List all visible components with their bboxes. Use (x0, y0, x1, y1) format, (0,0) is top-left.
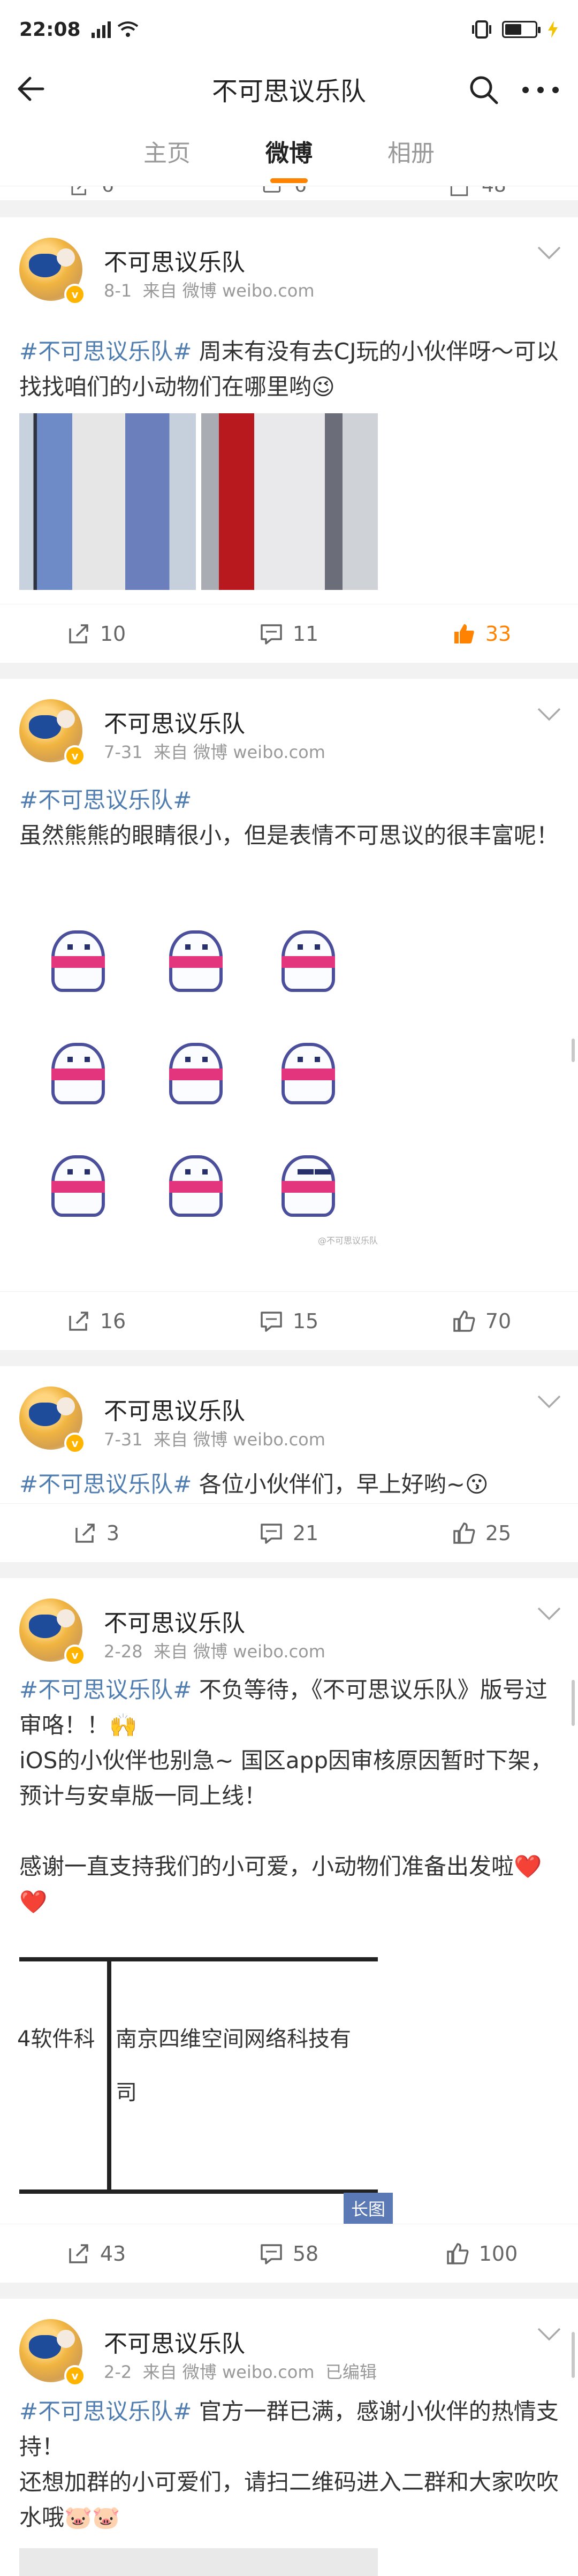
like-icon[interactable] (450, 186, 469, 197)
status-time: 22:08 (19, 18, 81, 41)
post-author[interactable]: 不可思议乐队 (104, 704, 245, 739)
like-button[interactable]: 100 (385, 2224, 578, 2283)
thumbs-up-icon (453, 1522, 475, 1544)
post-card[interactable]: v 不可思议乐队 8-1 来自 微博 weibo.com #不可思议乐队# 周末… (0, 217, 578, 663)
post-author[interactable]: 不可思议乐队 (104, 2324, 245, 2359)
post-text: #不可思议乐队# 虽然熊熊的眼睛很小，但是表情不可思议的很丰富呢！ (19, 783, 559, 853)
post-card[interactable]: v 不可思议乐队 2-28 来自 微博 weibo.com #不可思议乐队# 不… (0, 1578, 578, 2283)
tab-album[interactable]: 相册 (387, 134, 435, 171)
hashtag-link[interactable]: #不可思议乐队# (19, 1471, 192, 1497)
signal-icon (91, 21, 111, 38)
hashtag-link[interactable]: #不可思议乐队# (19, 1677, 192, 1703)
post-card[interactable]: v 不可思议乐队 7-31 来自 微博 weibo.com #不可思议乐队# 各… (0, 1366, 578, 1562)
chevron-down-icon[interactable] (536, 245, 562, 261)
comment-icon (261, 624, 282, 645)
post-card[interactable]: v 不可思议乐队 2-2 来自 微博 weibo.com 已编辑 #不可思议乐队… (0, 2299, 578, 2576)
post-meta: 7-31 来自 微博 weibo.com (104, 742, 325, 762)
image-watermark: @不可思议乐队 (317, 1236, 378, 1246)
repost-icon (75, 1523, 95, 1543)
scrollbar[interactable] (572, 1680, 575, 1726)
chevron-down-icon[interactable] (536, 1394, 562, 1410)
like-count: 48 (482, 186, 506, 196)
repost-button[interactable]: 16 (0, 1292, 193, 1350)
scrollbar[interactable] (572, 1039, 575, 1062)
image-text: 司 (116, 2080, 137, 2105)
post-image[interactable] (19, 413, 196, 590)
back-arrow-icon[interactable] (16, 74, 46, 104)
repost-button[interactable]: 10 (0, 604, 193, 663)
verified-badge-icon: v (64, 1433, 86, 1454)
comment-button[interactable]: 11 (193, 604, 385, 663)
post-card[interactable]: v 不可思议乐队 7-31 来自 微博 weibo.com #不可思议乐队# 虽然… (0, 679, 578, 1350)
hashtag-link[interactable]: #不可思议乐队# (19, 2398, 192, 2425)
verified-badge-icon: v (64, 1645, 86, 1666)
edited-label: 已编辑 (325, 2362, 377, 2382)
vibrate-icon (472, 20, 491, 39)
more-icon[interactable] (519, 74, 562, 106)
comment-icon (261, 1311, 282, 1332)
like-button[interactable]: 33 (385, 604, 578, 663)
post-meta: 7-31 来自 微博 weibo.com (104, 1429, 325, 1450)
thumbs-up-icon (453, 1310, 475, 1332)
tab-home[interactable]: 主页 (143, 134, 191, 171)
post-text: #不可思议乐队# 官方一群已满，感谢小伙伴的热情支持！ 还想加群的小可爱们，请扫… (19, 2398, 559, 2530)
previous-post-actions: 6 6 48 (0, 186, 578, 200)
repost-count: 6 (102, 186, 114, 196)
like-button[interactable]: 70 (385, 1292, 578, 1350)
comment-button[interactable]: 21 (193, 1504, 385, 1562)
charging-icon (548, 21, 558, 38)
post-text: #不可思议乐队# 不负等待，《不可思议乐队》版号过审咯！！🙌 iOS的小伙伴也别… (19, 1677, 553, 1915)
post-actions: 43 58 100 (0, 2224, 578, 2283)
post-actions: 16 15 70 (0, 1291, 578, 1350)
repost-button[interactable]: 43 (0, 2224, 193, 2283)
wifi-icon (117, 21, 138, 37)
post-author[interactable]: 不可思议乐队 (104, 1604, 245, 1638)
repost-icon (69, 2244, 88, 2263)
profile-tabs: 主页 微博 相册 (0, 119, 578, 186)
comment-icon[interactable] (262, 186, 282, 197)
repost-button[interactable]: 3 (0, 1504, 193, 1562)
image-text: 4软件科 (17, 2027, 95, 2051)
post-text: #不可思议乐队# 各位小伙伴们，早上好哟~😗 (19, 1471, 489, 1497)
battery-icon (502, 21, 541, 38)
chevron-down-icon[interactable] (536, 707, 562, 723)
chevron-down-icon[interactable] (536, 1606, 562, 1622)
post-author[interactable]: 不可思议乐队 (104, 1392, 245, 1426)
chevron-down-icon[interactable] (536, 2327, 562, 2343)
post-author[interactable]: 不可思议乐队 (104, 243, 245, 277)
post-text: #不可思议乐队# 周末有没有去CJ玩的小伙伴呀～可以找找咱们的小动物们在哪里哟😉 (19, 338, 559, 400)
thumbs-up-icon (454, 624, 474, 643)
comment-button[interactable]: 15 (193, 1292, 385, 1350)
comment-count: 6 (294, 186, 307, 196)
repost-icon (69, 1311, 88, 1331)
post-image[interactable] (201, 413, 378, 590)
long-image-badge: 长图 (343, 2193, 393, 2224)
post-meta: 8-1 来自 微博 weibo.com (104, 281, 315, 301)
comment-icon (261, 2244, 282, 2264)
comment-button[interactable]: 58 (193, 2224, 385, 2283)
post-actions: 10 11 33 (0, 604, 578, 663)
verified-badge-icon: v (64, 745, 86, 767)
like-button[interactable]: 25 (385, 1504, 578, 1562)
comment-icon (261, 1523, 282, 1544)
post-meta: 2-28 来自 微博 weibo.com (104, 1641, 325, 1662)
repost-icon (69, 624, 88, 643)
tab-weibo[interactable]: 微博 (265, 134, 313, 171)
post-actions: 3 21 25 (0, 1503, 578, 1562)
post-image[interactable] (19, 2548, 378, 2576)
verified-badge-icon: v (64, 284, 86, 305)
post-image[interactable]: 4软件科 南京四维空间网络科技有 司 长图 (17, 1957, 393, 2225)
post-meta: 2-2 来自 微博 weibo.com 已编辑 (104, 2362, 377, 2382)
thumbs-up-icon (446, 2242, 469, 2264)
status-bar: 22:08 (0, 0, 578, 59)
hashtag-link[interactable]: #不可思议乐队# (19, 783, 559, 818)
scrollbar[interactable] (572, 2332, 575, 2378)
search-icon[interactable] (468, 74, 500, 106)
verified-badge-icon: v (64, 2365, 86, 2386)
repost-icon[interactable] (70, 186, 89, 197)
post-image[interactable]: @不可思议乐队 (19, 904, 378, 1246)
image-text: 南京四维空间网络科技有 (116, 2027, 351, 2051)
hashtag-link[interactable]: #不可思议乐队# (19, 338, 192, 365)
nav-bar: 不可思议乐队 (0, 59, 578, 119)
